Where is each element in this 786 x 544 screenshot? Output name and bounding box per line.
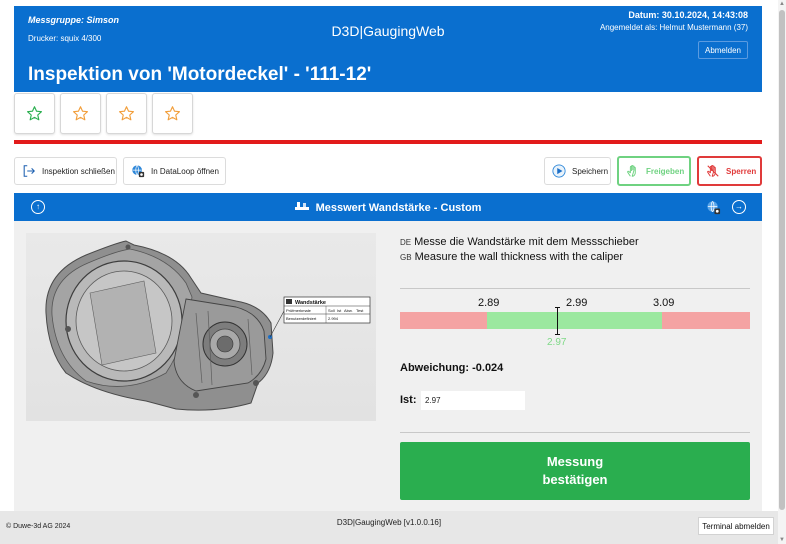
- footer: © Duwe-3d AG 2024 D3D|GaugingWeb [v1.0.0…: [0, 511, 778, 544]
- star-button-4[interactable]: [152, 93, 193, 134]
- logout-button[interactable]: Abmelden: [698, 41, 748, 59]
- save-button[interactable]: Speichern: [544, 157, 611, 185]
- confirm-measurement-button[interactable]: Messung bestätigen: [400, 442, 750, 500]
- lower-tolerance-label: 2.89: [478, 297, 500, 309]
- save-label: Speichern: [572, 166, 609, 176]
- close-inspection-button[interactable]: Inspektion schließen: [14, 157, 117, 185]
- part-3d-view[interactable]: Wandstärke Prüfmerkmale Soll Ist Abw. Te…: [26, 233, 376, 421]
- motor-cover-drawing: Wandstärke Prüfmerkmale Soll Ist Abw. Te…: [45, 240, 371, 411]
- scroll-down-icon[interactable]: ▼: [779, 537, 785, 543]
- callout-col4: Abw.: [344, 308, 353, 313]
- release-button[interactable]: Freigeben: [617, 156, 691, 186]
- divider: [400, 432, 750, 433]
- star-outline-icon: [26, 106, 43, 121]
- marker-cap-top: [555, 307, 560, 308]
- lock-button[interactable]: Sperren: [697, 156, 762, 186]
- upper-tolerance-label: 3.09: [653, 297, 675, 309]
- measurement-header: ↑ Messwert Wandstärke - Custom →: [14, 193, 762, 221]
- callout-row-value: 2.994: [328, 316, 339, 321]
- actual-input-label: Ist:: [400, 394, 417, 406]
- logged-in-user-label: Angemeldet als: Helmut Mustermann (37): [599, 23, 748, 32]
- divider: [400, 288, 750, 289]
- date-label: Datum: 30.10.2024, 14:43:08: [628, 10, 748, 20]
- upper-reject-zone: [662, 312, 750, 329]
- measurement-title-row: Messwert Wandstärke - Custom: [14, 201, 762, 214]
- lock-label: Sperren: [726, 166, 757, 176]
- arrow-right-icon[interactable]: →: [732, 200, 746, 214]
- actual-value-label: 2.97: [547, 337, 567, 348]
- instruction-gb: GB Measure the wall thickness with the ca…: [400, 251, 623, 263]
- star-outline-icon: [164, 106, 181, 121]
- nominal-label: 2.99: [566, 297, 588, 309]
- page-scrollbar[interactable]: ▲ ▼: [778, 0, 786, 544]
- gaugingweb-app: Messgruppe: Simson Drucker: squix 4/300 …: [0, 0, 786, 544]
- confirm-line-1: Messung: [546, 454, 604, 469]
- page-title: Inspektion von 'Motordeckel' - '111-12': [28, 64, 372, 85]
- terminal-logout-button[interactable]: Terminal abmelden: [698, 517, 774, 535]
- callout-title: Wandstärke: [295, 300, 326, 306]
- callout-col1: Prüfmerkmale: [286, 308, 312, 313]
- open-dataloop-button[interactable]: In DataLoop öffnen: [123, 157, 226, 185]
- star-outline-icon: [72, 106, 89, 121]
- star-outline-icon: [118, 106, 135, 121]
- rating-bar: [14, 93, 193, 134]
- callout-row-label: Benutzerdefiniert: [286, 316, 317, 321]
- measurement-body: Wandstärke Prüfmerkmale Soll Ist Abw. Te…: [14, 221, 762, 511]
- dataloop-header-icon[interactable]: [703, 197, 723, 217]
- star-button-2[interactable]: [60, 93, 101, 134]
- open-dataloop-label: In DataLoop öffnen: [151, 166, 219, 176]
- scroll-thumb[interactable]: [779, 10, 785, 510]
- instruction-de: DE Messe die Wandstärke mit dem Messschie…: [400, 236, 639, 248]
- star-button-3[interactable]: [106, 93, 147, 134]
- hand-blocked-icon: [707, 165, 719, 177]
- tolerance-gauge: 2.89 2.99 3.09 2.97: [400, 295, 750, 355]
- measurement-title: Messwert Wandstärke - Custom: [315, 202, 482, 214]
- lang-code-de: DE: [400, 238, 412, 247]
- close-inspection-label: Inspektion schließen: [42, 166, 115, 176]
- hand-icon: [627, 165, 636, 177]
- instruction-de-text: Messe die Wandstärke mit dem Messschiebe…: [414, 236, 639, 248]
- version-label: D3D|GaugingWeb [v1.0.0.16]: [336, 518, 442, 527]
- confirm-line-2: bestätigen: [542, 472, 608, 487]
- marker-cap-bottom: [555, 334, 560, 335]
- instruction-gb-text: Measure the wall thickness with the cali…: [414, 251, 624, 263]
- scroll-up-icon[interactable]: ▲: [779, 1, 785, 7]
- deviation-label: Abweichung: -0.024: [400, 362, 504, 374]
- actual-value-marker: [557, 307, 558, 335]
- caliper-icon: [294, 202, 309, 210]
- app-header: Messgruppe: Simson Drucker: squix 4/300 …: [14, 6, 762, 92]
- lower-reject-zone: [400, 312, 487, 329]
- release-label: Freigeben: [646, 166, 685, 176]
- callout-col2: Soll: [328, 308, 335, 313]
- actual-value-input[interactable]: [421, 391, 525, 410]
- callout-col5: Test: [356, 308, 364, 313]
- status-divider: [14, 140, 762, 144]
- star-button-1[interactable]: [14, 93, 55, 134]
- save-play-icon: [552, 164, 566, 178]
- lang-code-gb: GB: [400, 253, 412, 262]
- exit-icon: [23, 165, 35, 177]
- dataloop-icon: [132, 165, 145, 178]
- tolerance-zone: [487, 312, 662, 329]
